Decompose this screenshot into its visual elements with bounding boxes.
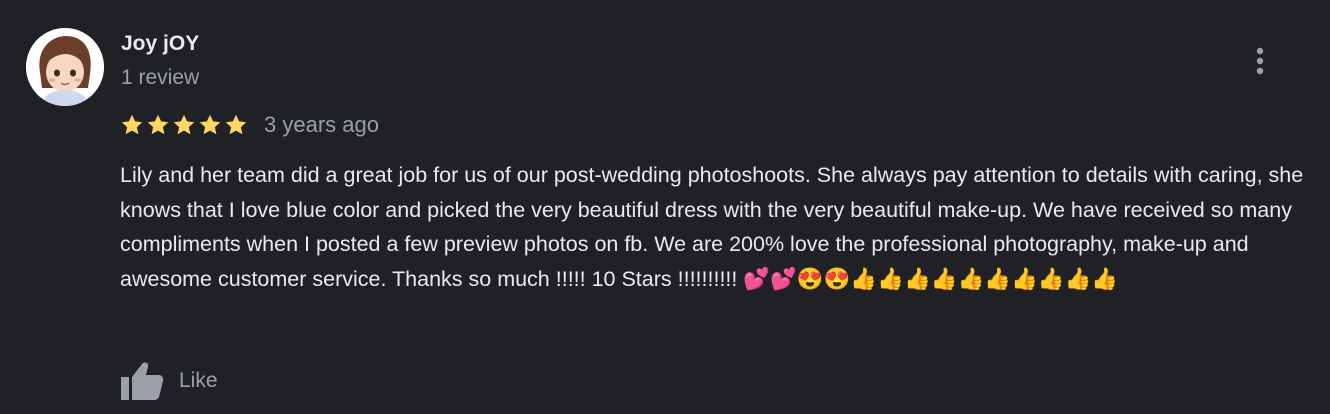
like-label: Like bbox=[179, 369, 218, 392]
rating-row: 3 years ago bbox=[120, 110, 379, 140]
author-name[interactable]: Joy jOY bbox=[121, 32, 199, 56]
thumbs-up-icon bbox=[121, 362, 164, 400]
star-icon bbox=[172, 113, 196, 137]
star-rating bbox=[120, 113, 248, 137]
more-options-button[interactable] bbox=[1242, 40, 1278, 82]
review-card: Joy jOY 1 review 3 years ago Lily and he… bbox=[0, 0, 1330, 414]
review-date: 3 years ago bbox=[264, 112, 379, 137]
star-icon bbox=[146, 113, 170, 137]
vertical-dots-icon bbox=[1256, 47, 1264, 75]
like-button[interactable]: Like bbox=[119, 360, 218, 402]
star-icon bbox=[120, 113, 144, 137]
author-avatar[interactable] bbox=[26, 28, 104, 106]
star-icon bbox=[224, 113, 248, 137]
star-icon bbox=[198, 113, 222, 137]
author-review-count: 1 review bbox=[121, 66, 200, 89]
avatar-image bbox=[26, 28, 104, 106]
review-text: Lily and her team did a great job for us… bbox=[120, 163, 1304, 291]
